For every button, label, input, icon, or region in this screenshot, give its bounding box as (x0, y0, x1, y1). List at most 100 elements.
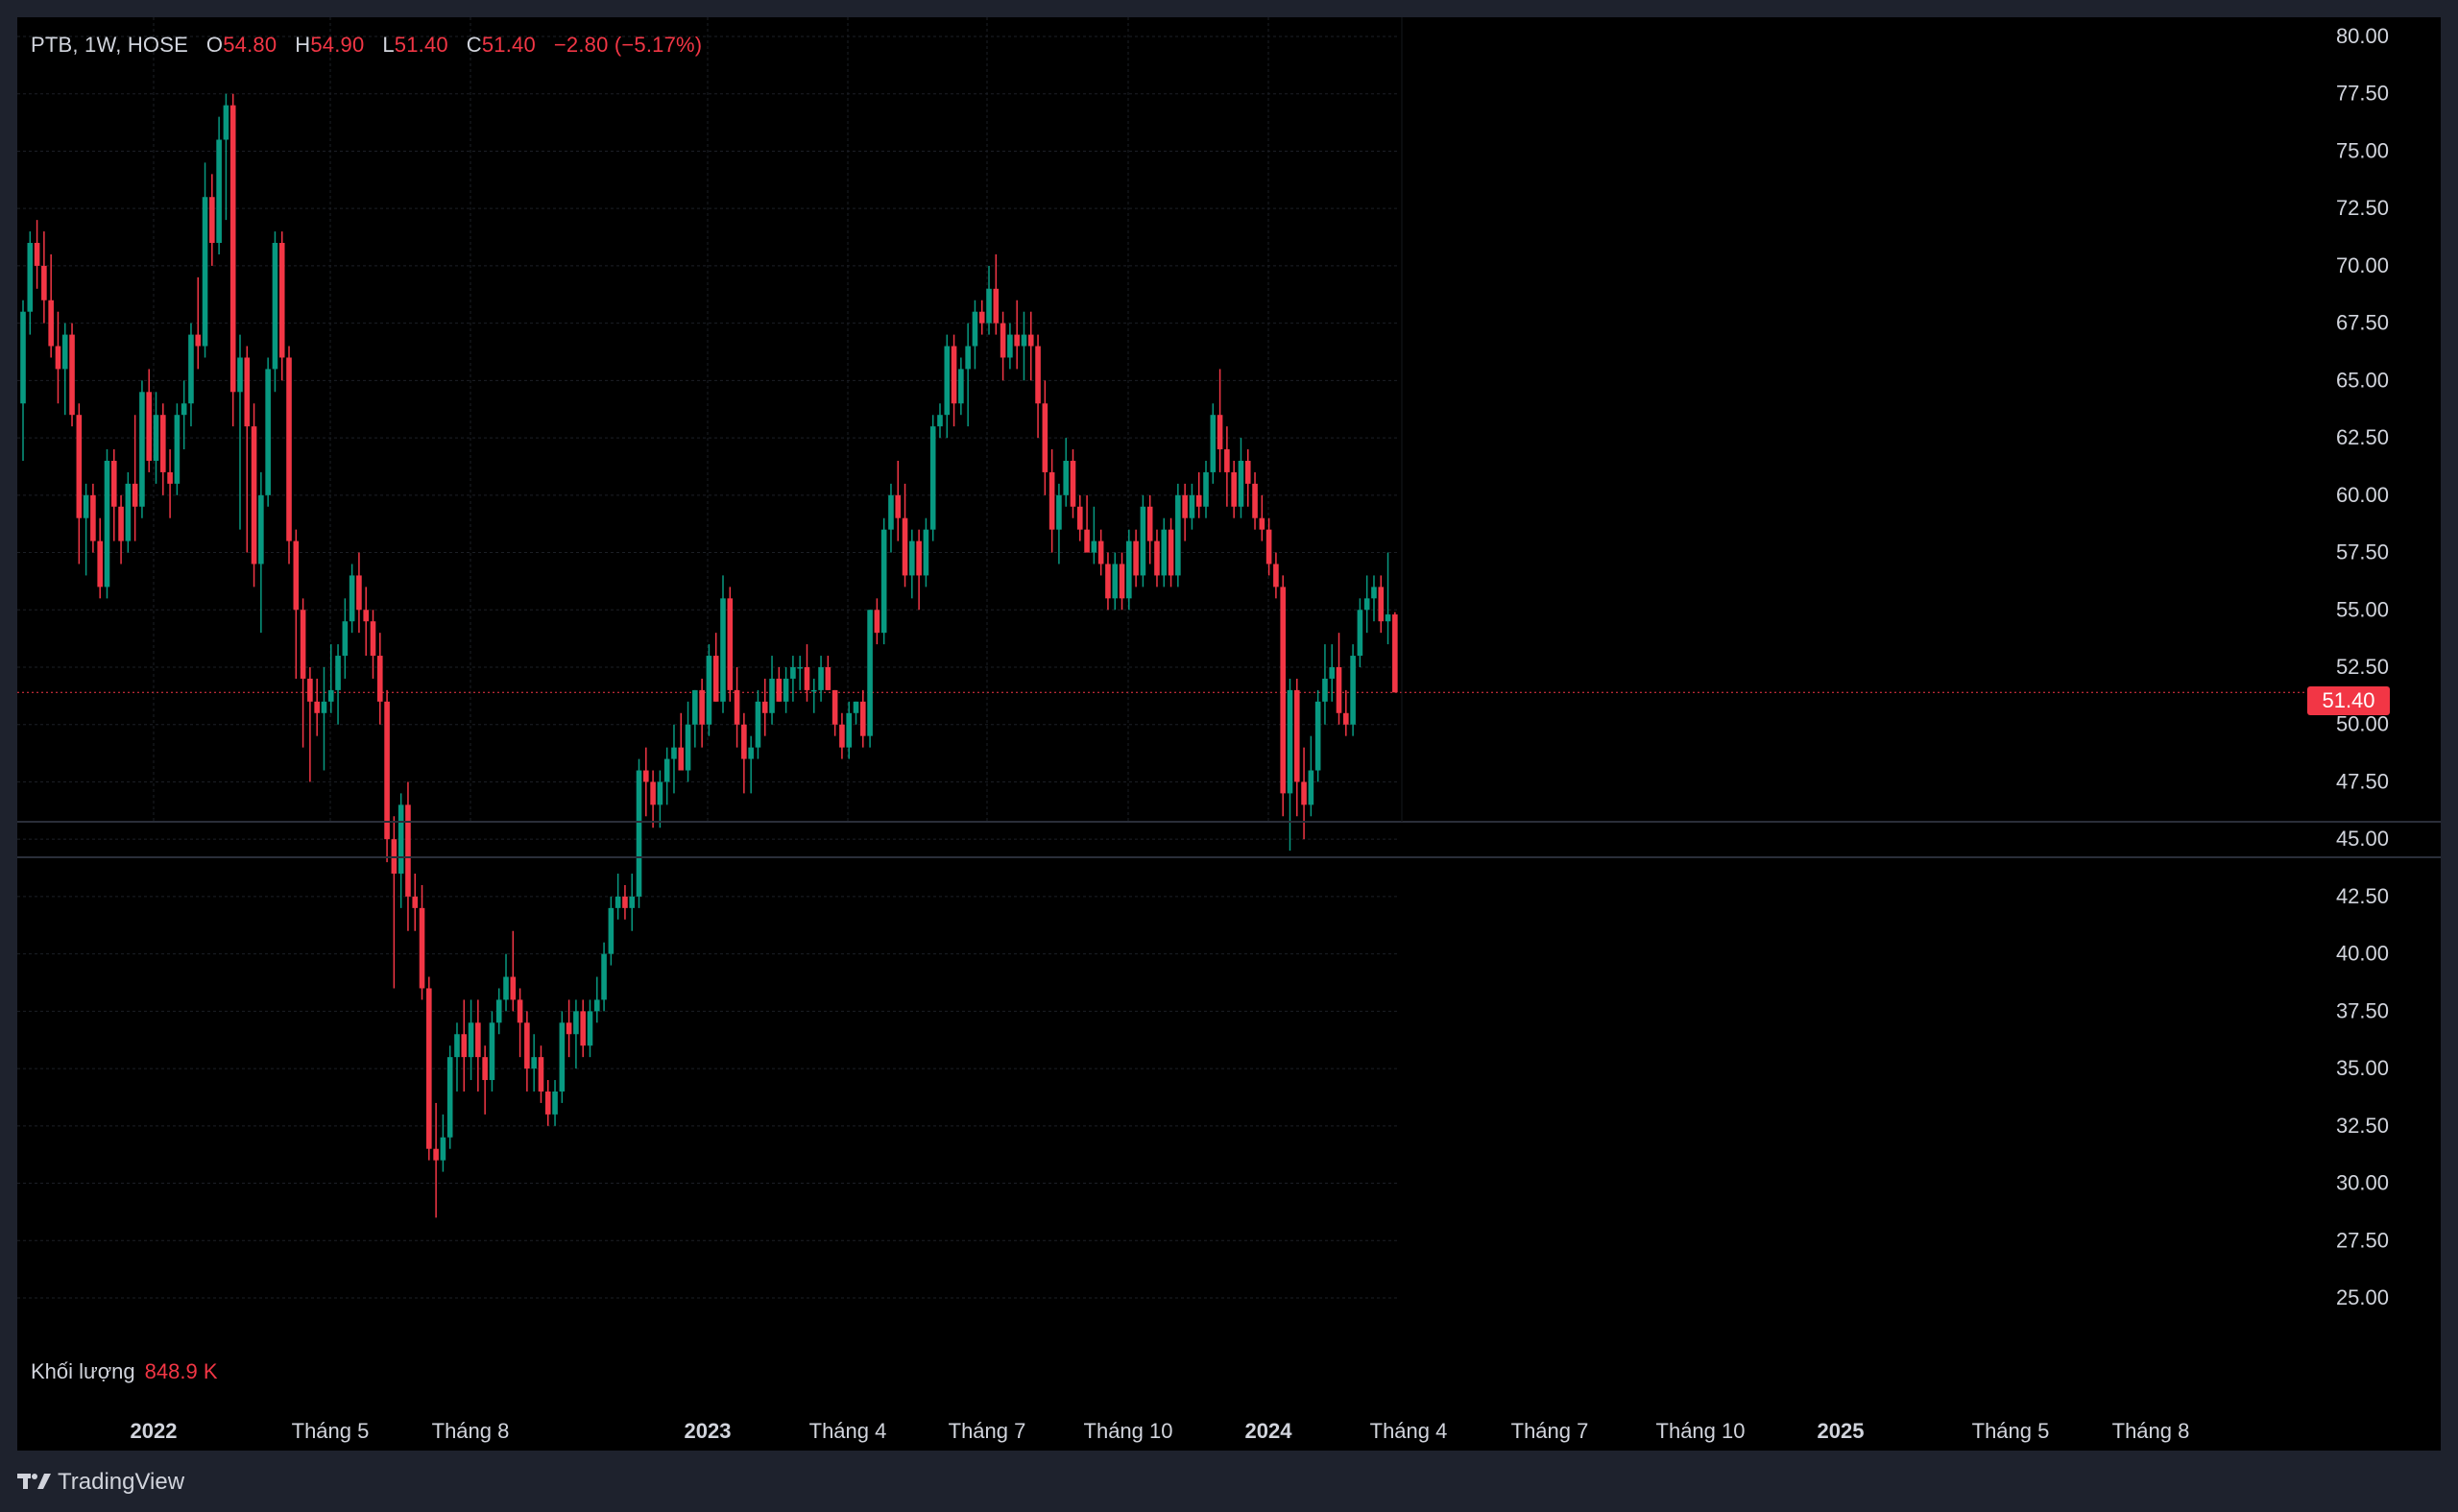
price-tick-label: 52.50 (2336, 655, 2389, 679)
candle-body (748, 747, 754, 759)
symbol-legend: PTB, 1W, HOSE O54.80 H54.90 L51.40 C51.4… (31, 33, 702, 58)
candle (748, 735, 754, 794)
candle-body (1385, 614, 1391, 622)
candle (1350, 644, 1356, 736)
candle (958, 357, 964, 416)
candle-body (461, 1034, 468, 1058)
candle (937, 403, 943, 439)
price-tick-label: 47.50 (2336, 769, 2389, 793)
candle-body (1048, 471, 1055, 530)
candle (1007, 323, 1013, 370)
candle-body (972, 311, 978, 347)
candle (258, 471, 264, 634)
time-tick-label: 2023 (685, 1419, 732, 1443)
candle-body (440, 1137, 446, 1161)
candle-body (1301, 781, 1307, 805)
candle (1091, 506, 1097, 564)
candle (706, 644, 712, 736)
volume-label[interactable]: Khối lượng (31, 1359, 135, 1383)
candle-body (321, 701, 327, 713)
candle (342, 598, 349, 679)
candle-body (706, 656, 712, 725)
candle (692, 689, 698, 748)
candle (769, 656, 775, 725)
time-tick-label: Tháng 5 (1972, 1419, 2050, 1443)
candle-body (1035, 346, 1041, 404)
candle (1063, 438, 1070, 507)
candle (1273, 552, 1279, 599)
symbol-info[interactable]: PTB, 1W, HOSE (31, 33, 188, 57)
candle-body (1042, 403, 1048, 472)
price-tick-label: 55.00 (2336, 597, 2389, 621)
candle-body (1021, 334, 1027, 347)
candle (489, 1011, 495, 1092)
candle-body (454, 1034, 460, 1058)
candle (475, 999, 481, 1092)
candle-body (1293, 689, 1300, 782)
branding[interactable]: TradingView (17, 1466, 184, 1499)
high-label: H (295, 33, 311, 57)
candle (363, 587, 370, 657)
candle-body (419, 907, 425, 989)
candle (349, 564, 355, 634)
candle (181, 380, 187, 450)
candle (608, 896, 614, 966)
candle (61, 323, 68, 416)
time-tick-label: Tháng 4 (809, 1419, 887, 1443)
candle-body (1378, 587, 1385, 622)
candle-body (622, 896, 628, 908)
candle-body (593, 999, 600, 1012)
time-tick-label: Tháng 8 (432, 1419, 510, 1443)
candle (993, 253, 1000, 335)
candle (972, 300, 978, 370)
candle (300, 598, 306, 748)
price-tick-label: 35.00 (2336, 1056, 2389, 1080)
price-tick-label: 30.00 (2336, 1171, 2389, 1195)
price-tick-label: 37.50 (2336, 998, 2389, 1022)
candle (663, 747, 670, 805)
candle-body (755, 701, 761, 748)
time-axis[interactable]: 2022 Tháng 5 Tháng 8 2023 Tháng 4 Tháng 7 Thán… (131, 1419, 2190, 1443)
time-tick-label: Tháng 10 (1656, 1419, 1746, 1443)
candle-body (1203, 471, 1209, 507)
candle-body (1161, 529, 1168, 576)
candle-body (951, 346, 957, 404)
candle-body (678, 747, 685, 771)
price-tick-label: 77.50 (2336, 82, 2389, 106)
candle (125, 471, 132, 553)
candle (110, 449, 117, 541)
volume-value: 848.9 K (144, 1359, 218, 1383)
candle (685, 701, 691, 782)
price-tick-label: 42.50 (2336, 884, 2389, 908)
candle-body (1350, 656, 1356, 725)
candle (614, 874, 621, 920)
candle (797, 656, 803, 690)
candle (1217, 369, 1223, 472)
candle-body (1014, 334, 1020, 347)
candle (1175, 483, 1181, 588)
price-chart[interactable]: 25.00 27.50 30.00 32.50 35.00 37.50 40.00 42.50… (17, 17, 2441, 1451)
tradingview-logo-icon (17, 1474, 51, 1489)
candle-body (1195, 494, 1202, 507)
candle (1371, 575, 1377, 622)
candle (761, 678, 768, 736)
candle-body (188, 334, 194, 404)
candle (202, 162, 208, 358)
candle-body (1371, 587, 1377, 599)
candle (495, 988, 502, 1035)
candle-body (132, 483, 138, 507)
candle-body (1224, 449, 1230, 472)
candle (1314, 689, 1321, 782)
candle-body (209, 197, 215, 244)
candle-body (839, 724, 845, 748)
candle (376, 633, 383, 725)
chart-pane[interactable]: 25.00 27.50 30.00 32.50 35.00 37.50 40.00 42.50… (17, 17, 2441, 1451)
candle-body (495, 999, 502, 1023)
candle-body (902, 517, 908, 576)
candle-body (880, 529, 887, 634)
candle-body (797, 667, 803, 669)
candle-body (831, 689, 838, 725)
candle (1056, 483, 1062, 564)
candle (559, 1011, 566, 1103)
candle-body (929, 426, 936, 530)
